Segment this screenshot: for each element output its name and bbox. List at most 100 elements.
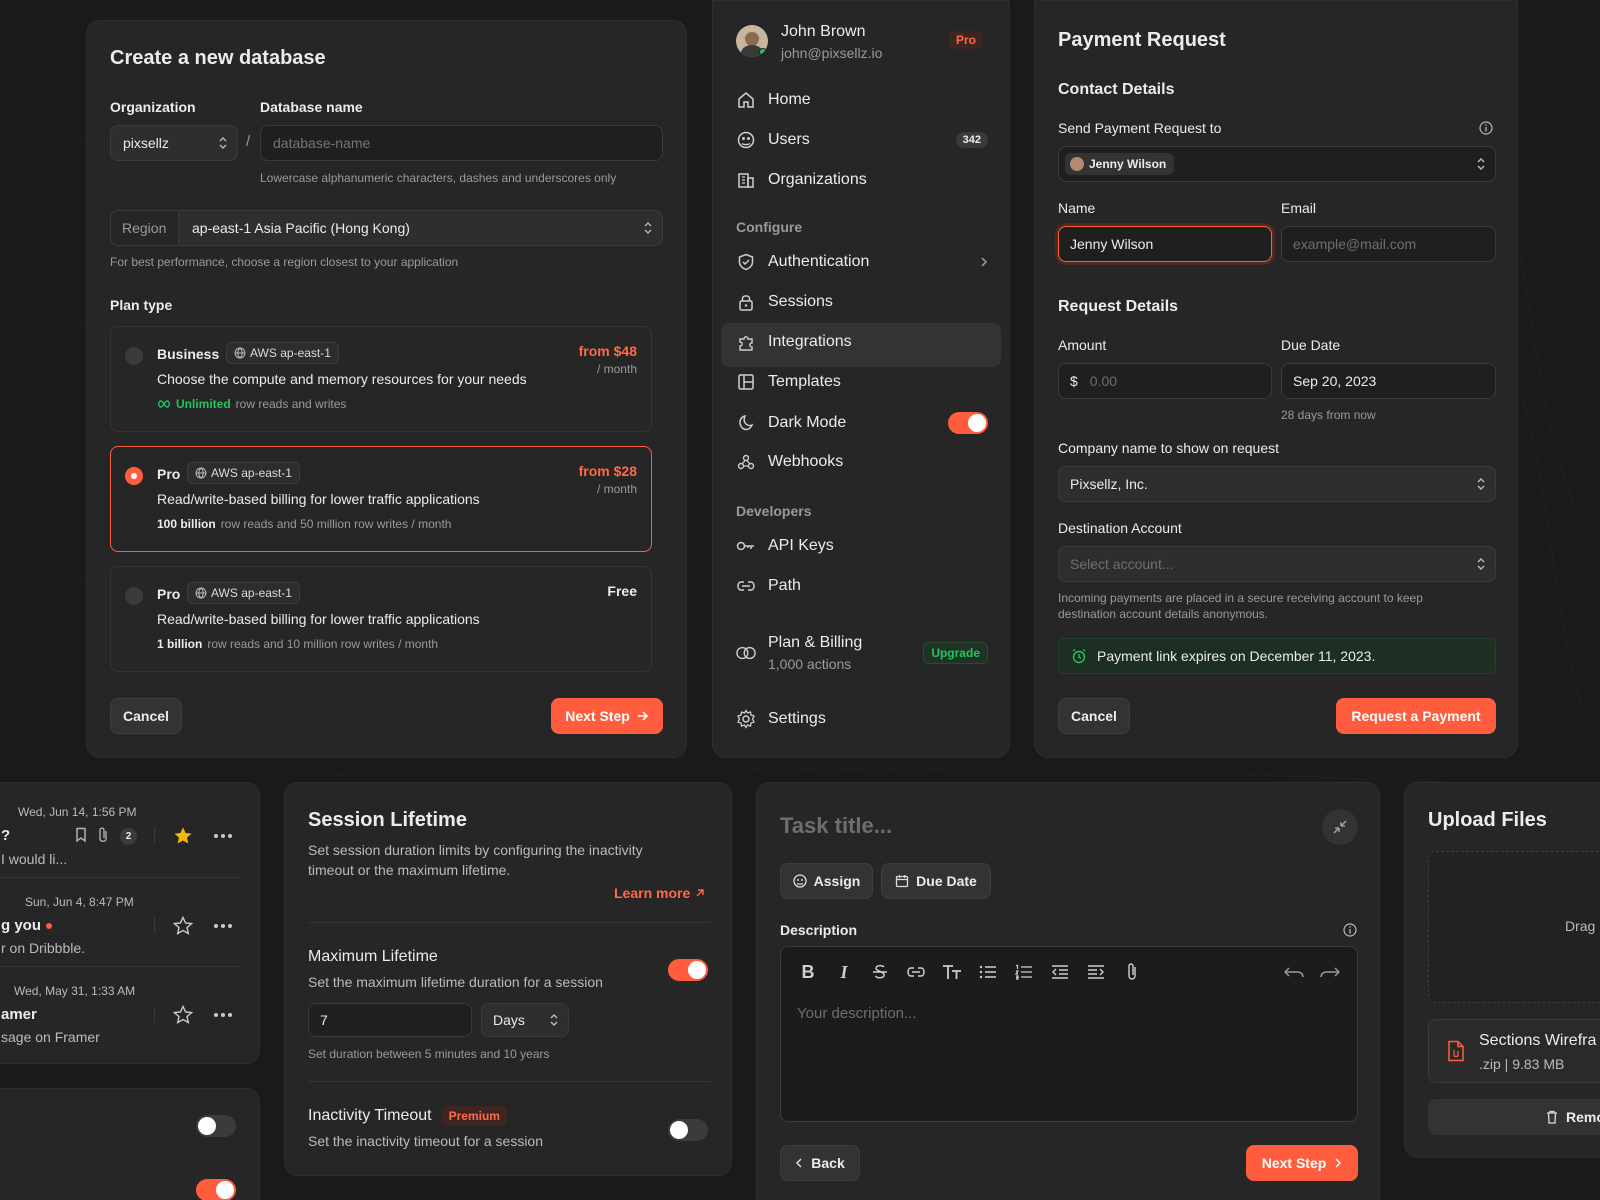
- bookmark-icon[interactable]: [75, 827, 87, 843]
- gear-icon: [736, 709, 756, 729]
- message-title[interactable]: amer: [1, 1006, 37, 1023]
- sidebar-item-dark-mode[interactable]: Dark Mode: [736, 412, 988, 434]
- sidebar-item-settings[interactable]: Settings: [736, 709, 826, 729]
- send-to-label: Send Payment Request to: [1058, 120, 1222, 136]
- next-step-button[interactable]: Next Step: [551, 698, 663, 734]
- sidebar-item-users[interactable]: Users 342: [736, 130, 988, 150]
- send-to-select[interactable]: Jenny Wilson: [1058, 146, 1496, 182]
- italic-icon[interactable]: I: [833, 961, 855, 983]
- drop-zone[interactable]: Drag: [1428, 851, 1600, 1003]
- max-lifetime-toggle[interactable]: [668, 959, 708, 981]
- bullet-list-icon[interactable]: [977, 961, 999, 983]
- upgrade-badge[interactable]: Upgrade: [923, 642, 988, 664]
- database-name-input[interactable]: [260, 125, 663, 161]
- users-icon: [736, 130, 756, 150]
- amount-label: Amount: [1058, 337, 1107, 353]
- sidebar-item-path[interactable]: Path: [736, 576, 801, 596]
- message-title[interactable]: ?: [1, 827, 10, 844]
- text-size-icon[interactable]: [941, 961, 963, 983]
- remove-file-button[interactable]: Remo: [1428, 1099, 1600, 1135]
- recipient-chip[interactable]: Jenny Wilson: [1065, 153, 1175, 175]
- next-step-button[interactable]: Next Step: [1246, 1145, 1358, 1181]
- sidebar-item-organizations[interactable]: Organizations: [736, 170, 867, 190]
- description-editor[interactable]: B I Your description...: [780, 946, 1358, 1122]
- radio-unselected[interactable]: [125, 587, 143, 605]
- more-icon[interactable]: [214, 1013, 232, 1017]
- assign-button[interactable]: Assign: [780, 863, 873, 899]
- message-preview: r on Dribbble.: [1, 940, 86, 956]
- name-input[interactable]: Jenny Wilson: [1058, 226, 1272, 262]
- info-icon[interactable]: [1479, 121, 1493, 135]
- plan-option-pro-selected[interactable]: Pro AWS ap-east-1 from $28 / month Read/…: [110, 446, 652, 552]
- sidebar-item-sessions[interactable]: Sessions: [736, 292, 833, 312]
- divider: [154, 1006, 155, 1022]
- more-icon[interactable]: [214, 924, 232, 928]
- sidebar-item-label: Settings: [768, 710, 826, 727]
- toggle-off[interactable]: [196, 1115, 236, 1137]
- due-date-button[interactable]: Due Date: [881, 863, 991, 899]
- undo-icon[interactable]: [1283, 961, 1305, 983]
- organization-select[interactable]: pixsellz: [110, 125, 238, 161]
- sidebar-item-templates[interactable]: Templates: [736, 372, 841, 392]
- region-select[interactable]: Region ap-east-1 Asia Pacific (Hong Kong…: [110, 210, 663, 246]
- duration-hint: Set duration between 5 minutes and 10 ye…: [308, 1047, 550, 1061]
- plan-option-pro-free[interactable]: Pro AWS ap-east-1 Free Read/write-based …: [110, 566, 652, 672]
- toggle-on[interactable]: [196, 1179, 236, 1200]
- learn-more-link[interactable]: Learn more: [614, 885, 705, 901]
- region-value: ap-east-1 Asia Pacific (Hong Kong): [192, 220, 410, 236]
- attachment-icon[interactable]: [1121, 961, 1143, 983]
- numbered-list-icon[interactable]: [1013, 961, 1035, 983]
- message-title-row[interactable]: g you: [1, 917, 52, 934]
- user-name: John Brown: [781, 23, 866, 40]
- avatar[interactable]: [736, 25, 768, 57]
- divider: [308, 1081, 710, 1082]
- region-prefix: Region: [111, 211, 179, 245]
- sidebar-item-authentication[interactable]: Authentication: [736, 252, 988, 272]
- star-outline-icon[interactable]: [173, 916, 193, 936]
- indent-icon[interactable]: [1085, 961, 1107, 983]
- max-lifetime-input[interactable]: 7: [308, 1003, 472, 1037]
- star-outline-icon[interactable]: [173, 1005, 193, 1025]
- message-date: Sun, Jun 4, 8:47 PM: [25, 895, 134, 909]
- sidebar-item-integrations[interactable]: Integrations: [736, 332, 852, 352]
- amount-input[interactable]: $ 0.00: [1058, 363, 1272, 399]
- inactivity-toggle[interactable]: [668, 1119, 708, 1141]
- link-icon[interactable]: [905, 961, 927, 983]
- radio-unselected[interactable]: [125, 347, 143, 365]
- sidebar-item-api-keys[interactable]: API Keys: [736, 536, 834, 556]
- info-icon[interactable]: [1343, 923, 1357, 937]
- drop-zone-text: Drag: [1565, 918, 1596, 934]
- plan-billing-label: Plan & Billing: [768, 634, 863, 651]
- request-payment-button[interactable]: Request a Payment: [1336, 698, 1496, 734]
- cancel-button[interactable]: Cancel: [110, 698, 182, 734]
- dark-mode-toggle[interactable]: [948, 412, 988, 434]
- star-filled-icon[interactable]: [173, 826, 193, 846]
- sidebar-item-webhooks[interactable]: Webhooks: [736, 452, 843, 472]
- radio-selected[interactable]: [125, 467, 143, 485]
- cancel-button[interactable]: Cancel: [1058, 698, 1130, 734]
- bold-icon[interactable]: B: [797, 961, 819, 983]
- company-select[interactable]: Pixsellz, Inc.: [1058, 466, 1496, 502]
- currency-symbol: $: [1070, 373, 1078, 389]
- name-input-value: Jenny Wilson: [1070, 236, 1154, 252]
- duration-unit-select[interactable]: Days: [481, 1003, 569, 1037]
- email-input[interactable]: example@mail.com: [1281, 226, 1496, 262]
- task-title-input[interactable]: Task title...: [780, 813, 892, 839]
- region-hint: For best performance, choose a region cl…: [110, 255, 459, 269]
- globe-icon: [234, 347, 246, 359]
- destination-select[interactable]: Select account...: [1058, 546, 1496, 582]
- redo-icon[interactable]: [1319, 961, 1341, 983]
- plan-option-business[interactable]: Business AWS ap-east-1 from $48 / month …: [110, 326, 652, 432]
- sidebar-item-home[interactable]: Home: [736, 90, 811, 110]
- plan-price: from $28: [578, 463, 637, 479]
- outdent-icon[interactable]: [1049, 961, 1071, 983]
- plan-billing-sub: 1,000 actions: [768, 656, 852, 672]
- more-icon[interactable]: [214, 834, 232, 838]
- strikethrough-icon[interactable]: [869, 961, 891, 983]
- collapse-button[interactable]: [1322, 809, 1358, 845]
- due-date-input[interactable]: Sep 20, 2023: [1281, 363, 1496, 399]
- back-button[interactable]: Back: [780, 1145, 860, 1181]
- recipient-avatar: [1070, 157, 1084, 171]
- divider: [154, 827, 155, 843]
- sidebar-item-plan-billing[interactable]: Plan & Billing 1,000 actions Upgrade: [736, 634, 988, 672]
